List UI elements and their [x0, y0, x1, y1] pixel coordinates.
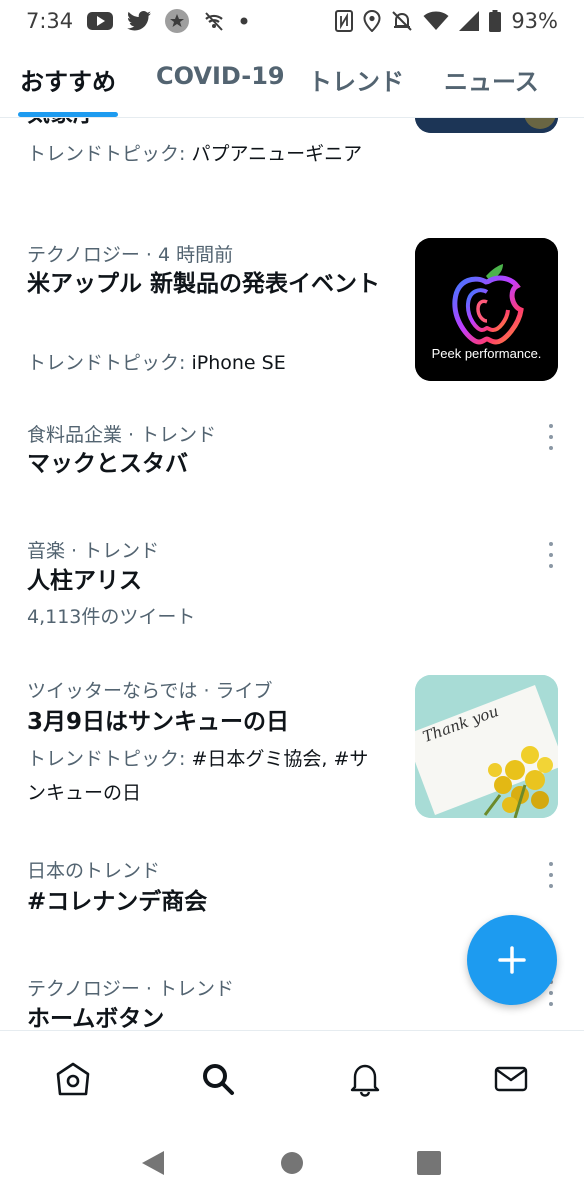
trend-item[interactable]: 音楽 · トレンド 人柱アリス 4,113件のツイート	[0, 508, 584, 648]
recents-button[interactable]	[414, 1148, 444, 1178]
tab-recommended[interactable]: おすすめ	[20, 62, 116, 97]
mute-icon	[391, 10, 413, 32]
trend-meta: 食料品企業 · トレンド	[27, 424, 217, 446]
home-icon	[56, 1062, 90, 1096]
location-icon	[363, 10, 381, 32]
back-icon	[142, 1151, 164, 1175]
trend-thumbnail: Peek performance.	[415, 238, 558, 381]
status-bar: 7:34 93%	[0, 0, 584, 42]
trend-item[interactable]: 食料品企業 · トレンド マックとスタバ	[0, 390, 584, 508]
notifications-icon	[350, 1064, 380, 1097]
twitter-icon	[127, 11, 152, 31]
back-button[interactable]	[138, 1148, 168, 1178]
plus-icon	[498, 946, 526, 974]
more-options-icon[interactable]	[543, 542, 559, 568]
trend-item[interactable]: 気象庁 トレンドトピック: パプアニューギニア	[0, 118, 584, 220]
trend-headline: 気象庁	[27, 118, 96, 132]
trends-feed: 気象庁 トレンドトピック: パプアニューギニア テクノロジー · 4 時間前 米…	[0, 118, 584, 1030]
trend-thumbnail: Thank you	[415, 675, 558, 818]
trend-sub-label: トレンドトピック:	[27, 352, 192, 374]
trend-thumbnail	[415, 118, 558, 133]
more-options-icon[interactable]	[543, 862, 559, 888]
trend-headline: 人柱アリス	[27, 568, 142, 594]
trend-headline: 3月9日はサンキューの日	[27, 709, 290, 735]
trend-headline: 米アップル 新製品の発表イベント	[27, 271, 381, 297]
trend-sub-label: トレンドトピック:	[27, 748, 192, 770]
battery-percentage: 93%	[511, 9, 558, 33]
home-tab-button[interactable]	[53, 1059, 93, 1099]
recents-icon	[417, 1151, 441, 1175]
messages-icon	[494, 1066, 528, 1092]
trend-sub: トレンドトピック: #日本グミ協会, #サンキューの日	[27, 742, 387, 810]
no-wifi-call-icon	[203, 10, 225, 32]
trend-headline: マックとスタバ	[27, 451, 188, 477]
trend-sub: トレンドトピック: パプアニューギニア	[27, 137, 387, 171]
trend-meta: テクノロジー · 4 時間前	[27, 244, 234, 266]
star-icon	[165, 9, 190, 33]
trend-item[interactable]: ツイッターならでは · ライブ 3月9日はサンキューの日 トレンドトピック: #…	[0, 648, 584, 838]
dot-icon	[239, 16, 249, 26]
trend-headline: ホームボタン	[27, 1006, 165, 1030]
wifi-icon	[423, 11, 449, 31]
tab-news[interactable]: ニュース	[444, 62, 539, 97]
trend-headline: #コレナンデ商会	[27, 889, 208, 915]
trend-meta: ツイッターならでは · ライブ	[27, 680, 273, 702]
signal-icon	[459, 11, 480, 31]
notifications-tab-button[interactable]	[345, 1059, 385, 1099]
trend-topic-link[interactable]: iPhone SE	[191, 352, 285, 374]
trend-meta: 日本のトレンド	[27, 860, 161, 882]
search-tab-button[interactable]	[198, 1059, 238, 1099]
search-icon	[203, 1064, 234, 1095]
explore-tabs: おすすめ COVID-19 トレンド ニュース	[0, 42, 584, 118]
status-time: 7:34	[26, 9, 74, 33]
trend-item[interactable]: テクノロジー · 4 時間前 米アップル 新製品の発表イベント トレンドトピック…	[0, 220, 584, 390]
trend-topic-link[interactable]: パプアニューギニア	[191, 143, 362, 165]
messages-tab-button[interactable]	[491, 1059, 531, 1099]
more-options-icon[interactable]	[543, 424, 559, 450]
thumbnail-caption: Peek performance.	[431, 346, 542, 361]
trend-sub: トレンドトピック: iPhone SE	[27, 346, 286, 380]
tweet-count: 4,113件のツイート	[27, 606, 196, 628]
system-navigation-bar	[0, 1126, 584, 1200]
compose-tweet-button[interactable]	[467, 915, 557, 1005]
trend-meta: 音楽 · トレンド	[27, 540, 160, 562]
bottom-navigation	[0, 1030, 584, 1126]
system-home-button[interactable]	[277, 1148, 307, 1178]
trend-meta: テクノロジー · トレンド	[27, 978, 234, 1000]
youtube-icon	[87, 12, 114, 30]
battery-icon	[489, 10, 502, 32]
tab-trending[interactable]: トレンド	[308, 62, 404, 97]
home-circle-icon	[281, 1152, 303, 1174]
nfc-icon	[335, 10, 354, 32]
tab-covid19[interactable]: COVID-19	[156, 62, 285, 90]
trend-sub-label: トレンドトピック:	[27, 143, 192, 165]
